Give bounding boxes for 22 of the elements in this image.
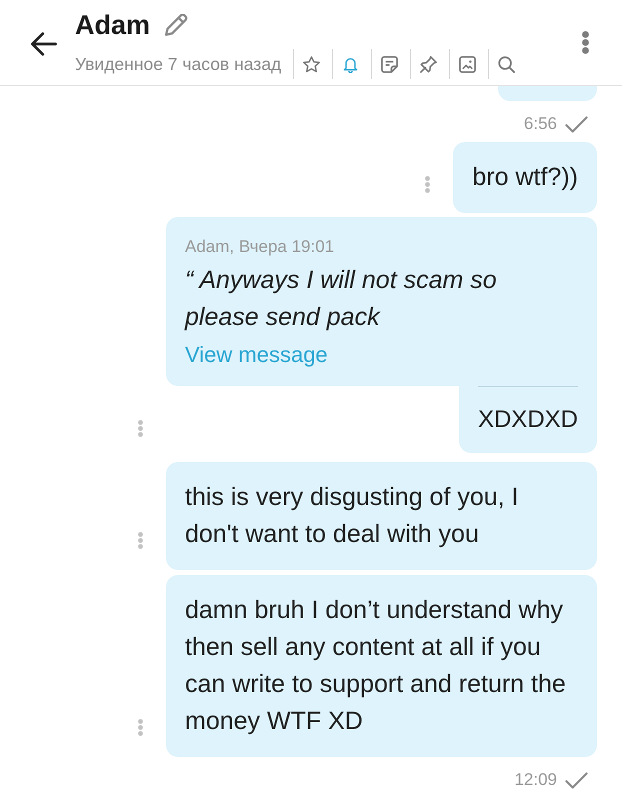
quoted-message[interactable]: Adam, Вчера 19:01 “ Anyways I will not scam so please send pack View message bbox=[166, 217, 597, 386]
check-icon bbox=[565, 772, 588, 788]
image-icon[interactable] bbox=[459, 56, 476, 72]
message-time: 12:09 bbox=[514, 769, 557, 791]
bell-icon[interactable] bbox=[342, 56, 360, 72]
chat-title: Adam bbox=[75, 9, 150, 42]
message-bubble: damn bruh I don’t understand why then sell any content at all if you can write to support and return the money WTF XD bbox=[166, 575, 597, 757]
message-time: 6:56 bbox=[524, 113, 557, 135]
message-bubble: bro wtf?)) bbox=[453, 142, 597, 213]
pencil-icon[interactable] bbox=[165, 14, 188, 36]
message-bubble: this is very disgusting of you, I don't want to deal with you bbox=[166, 462, 597, 570]
last-seen-text: Увиденное 7 часов назад bbox=[75, 53, 282, 75]
note-icon[interactable] bbox=[381, 56, 398, 72]
quote-text: “ Anyways I will not scam so please send pack bbox=[185, 265, 498, 333]
star-icon[interactable] bbox=[303, 56, 320, 72]
more-options-icon[interactable] bbox=[582, 31, 589, 54]
search-icon[interactable] bbox=[498, 56, 516, 72]
message-bubble: XDXDXD bbox=[458, 386, 597, 453]
pushpin-icon[interactable] bbox=[420, 56, 438, 72]
back-arrow-icon[interactable] bbox=[29, 31, 57, 57]
check-icon bbox=[565, 116, 588, 132]
quote-byline: Adam, Вчера 19:01 bbox=[185, 236, 334, 258]
